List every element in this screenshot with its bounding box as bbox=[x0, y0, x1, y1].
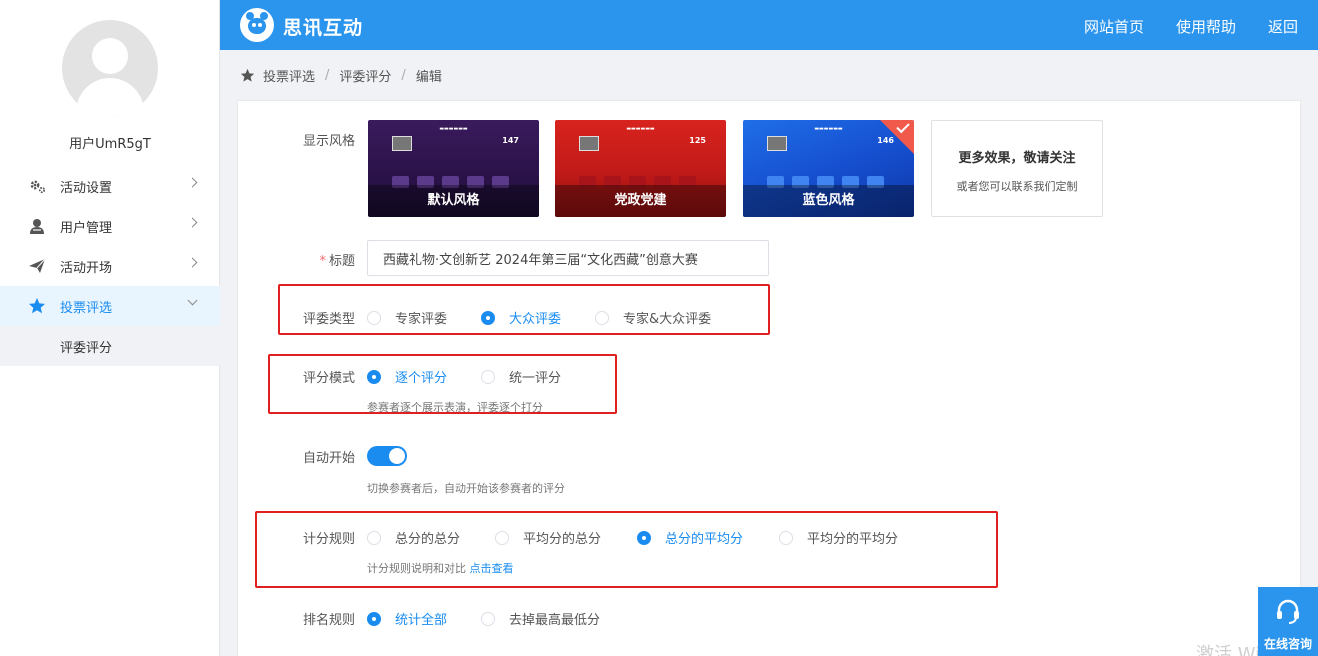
style-option-party[interactable]: ▬▬▬▬▬▬ 125 党政党建 bbox=[555, 120, 726, 217]
auto-start-hint: 切换参赛者后，自动开始该参赛者的评分 bbox=[367, 482, 565, 495]
score-rule-details-link[interactable]: 点击查看 bbox=[470, 562, 514, 575]
nav-back-link[interactable]: 返回 bbox=[1268, 16, 1298, 37]
chevron-down-icon bbox=[187, 295, 198, 306]
radio-circle bbox=[481, 369, 495, 384]
radio-circle bbox=[481, 310, 495, 325]
score-rule-hint: 计分规则说明和对比 点击查看 bbox=[367, 562, 514, 575]
score-mode-label: 评分模式 bbox=[302, 371, 355, 386]
style-caption: 默认风格 bbox=[368, 185, 539, 217]
top-nav: 网站首页 使用帮助 返回 bbox=[1084, 16, 1298, 37]
auto-start-label: 自动开始 bbox=[302, 451, 355, 466]
brand-name[interactable]: 思讯互动 bbox=[283, 13, 363, 40]
style-label: 显示风格 bbox=[302, 134, 355, 149]
highlight-box bbox=[255, 511, 998, 588]
judge-type-radio-public[interactable]: 大众评委 bbox=[481, 308, 561, 327]
title-input[interactable] bbox=[367, 240, 769, 276]
sidebar-item-activity-settings[interactable]: 活动设置 bbox=[0, 166, 220, 206]
more-styles-card[interactable]: 更多效果，敬请关注 或者您可以联系我们定制 bbox=[931, 120, 1103, 217]
gear-icon bbox=[28, 177, 46, 195]
radio-circle bbox=[637, 530, 651, 545]
radio-circle bbox=[595, 310, 609, 325]
score-mode-radio-one-by-one[interactable]: 逐个评分 bbox=[367, 367, 447, 386]
sidebar-item-user-management[interactable]: 用户管理 bbox=[0, 206, 220, 246]
breadcrumb-separator: / bbox=[325, 68, 330, 83]
top-header: 思讯互动 网站首页 使用帮助 返回 bbox=[220, 0, 1318, 50]
style-caption: 党政党建 bbox=[555, 185, 726, 217]
sidebar-item-activity-opening[interactable]: 活动开场 bbox=[0, 246, 220, 286]
sidebar-item-label: 用户管理 bbox=[60, 220, 113, 236]
score-rule-radio-avg-of-sum[interactable]: 总分的平均分 bbox=[637, 528, 743, 547]
judge-type-label: 评委类型 bbox=[302, 312, 355, 327]
toggle-knob bbox=[389, 448, 405, 464]
star-icon bbox=[28, 297, 46, 315]
style-option-blue[interactable]: ▬▬▬▬▬▬ 146 蓝色风格 bbox=[743, 120, 914, 217]
style-option-default[interactable]: ▬▬▬▬▬▬ 147 默认风格 bbox=[368, 120, 539, 217]
radio-circle bbox=[779, 530, 793, 545]
radio-circle bbox=[367, 611, 381, 626]
breadcrumb-item[interactable]: 评委评分 bbox=[339, 66, 391, 85]
nav-help-link[interactable]: 使用帮助 bbox=[1176, 16, 1236, 37]
more-styles-subtitle: 或者您可以联系我们定制 bbox=[956, 180, 1078, 193]
radio-circle bbox=[481, 611, 495, 626]
more-styles-title: 更多效果，敬请关注 bbox=[958, 151, 1076, 166]
judge-type-radio-both[interactable]: 专家&大众评委 bbox=[595, 308, 711, 327]
score-mode-radio-unified[interactable]: 统一评分 bbox=[481, 367, 561, 386]
sidebar-item-label: 投票评选 bbox=[60, 300, 113, 316]
sidebar: 用户UmR5gT 活动设置 用户管理 活动开场 投票评选 评委评分 bbox=[0, 0, 220, 656]
headset-icon bbox=[1277, 599, 1299, 624]
sidebar-item-label: 活动开场 bbox=[60, 260, 113, 276]
radio-circle bbox=[495, 530, 509, 545]
username: 用户UmR5gT bbox=[69, 137, 151, 152]
score-rule-label: 计分规则 bbox=[302, 532, 355, 547]
chevron-right-icon bbox=[187, 177, 198, 188]
nav-home-link[interactable]: 网站首页 bbox=[1084, 16, 1144, 37]
radio-circle bbox=[367, 369, 381, 384]
radio-circle bbox=[367, 310, 381, 325]
rank-rule-radio-all[interactable]: 统计全部 bbox=[367, 609, 447, 628]
breadcrumb-item[interactable]: 投票评选 bbox=[263, 66, 315, 85]
required-mark: * bbox=[319, 254, 326, 269]
style-preview-number: 147 bbox=[502, 136, 519, 145]
sidebar-item-voting[interactable]: 投票评选 bbox=[0, 286, 220, 326]
auto-start-toggle[interactable] bbox=[367, 446, 407, 466]
breadcrumb-item-current: 编辑 bbox=[415, 70, 442, 85]
score-rule-radio-sum-of-avg[interactable]: 平均分的总分 bbox=[495, 528, 601, 547]
title-label: * 标题 bbox=[319, 254, 355, 269]
radio-circle bbox=[367, 530, 381, 545]
score-rule-radio-sum-of-sum[interactable]: 总分的总分 bbox=[367, 528, 460, 547]
breadcrumb: 投票评选 / 评委评分 / 编辑 bbox=[240, 66, 442, 85]
rank-rule-label: 排名规则 bbox=[302, 613, 355, 628]
sidebar-item-label: 活动设置 bbox=[60, 180, 113, 196]
star-icon bbox=[240, 68, 255, 82]
send-icon bbox=[28, 257, 46, 275]
style-caption: 蓝色风格 bbox=[743, 185, 914, 217]
logo-icon[interactable] bbox=[240, 8, 274, 42]
chevron-right-icon bbox=[187, 257, 198, 268]
judge-type-radio-expert[interactable]: 专家评委 bbox=[367, 308, 447, 327]
avatar[interactable] bbox=[62, 20, 158, 116]
sidebar-menu: 活动设置 用户管理 活动开场 投票评选 评委评分 bbox=[0, 166, 220, 366]
style-preview-number: 125 bbox=[689, 136, 706, 145]
breadcrumb-separator: / bbox=[401, 68, 406, 83]
score-rule-radio-avg-of-avg[interactable]: 平均分的平均分 bbox=[779, 528, 898, 547]
chevron-right-icon bbox=[187, 217, 198, 228]
online-consult-button[interactable]: 在线咨询 bbox=[1258, 587, 1318, 656]
user-icon bbox=[28, 217, 46, 235]
online-consult-label: 在线咨询 bbox=[1263, 637, 1312, 651]
rank-rule-radio-trim[interactable]: 去掉最高最低分 bbox=[481, 609, 600, 628]
score-mode-hint: 参赛者逐个展示表演，评委逐个打分 bbox=[367, 401, 543, 414]
sidebar-subitem-judge-scoring[interactable]: 评委评分 bbox=[0, 326, 220, 366]
